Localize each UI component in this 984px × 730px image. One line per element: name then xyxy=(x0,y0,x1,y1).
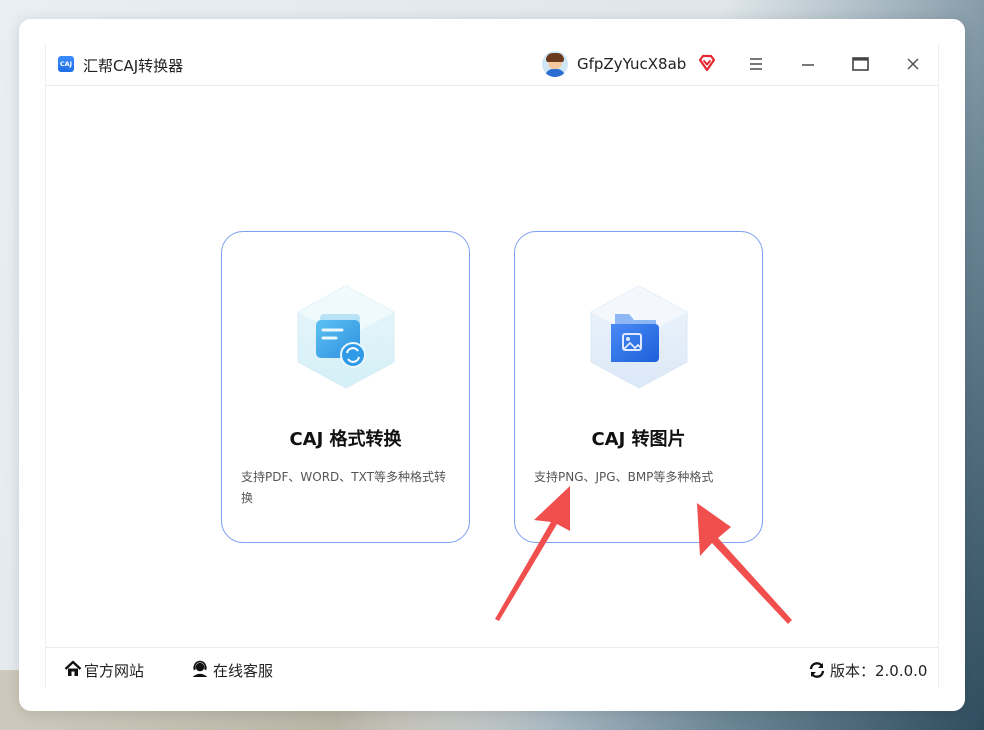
minimize-icon xyxy=(802,64,814,66)
close-icon xyxy=(907,58,919,70)
version-label: 版本：2.0.0.0 xyxy=(830,662,928,680)
app-logo-icon: CAJ xyxy=(58,56,74,72)
caj-to-image-card[interactable]: CAJ 转图片 支持PNG、JPG、BMP等多种格式 xyxy=(514,231,763,543)
user-avatar[interactable] xyxy=(542,51,568,77)
image-folder-icon xyxy=(590,285,688,389)
official-website-link[interactable]: 官方网站 xyxy=(64,660,144,681)
card-description: 支持PNG、JPG、BMP等多种格式 xyxy=(534,470,714,484)
title-bar: CAJ 汇帮CAJ转换器 GfpZyYucX8ab xyxy=(46,44,938,86)
website-label: 官方网站 xyxy=(84,662,145,680)
caj-format-convert-card[interactable]: CAJ 格式转换 支持PDF、WORD、TXT等多种格式转换 xyxy=(221,231,470,543)
version-info: 版本：2.0.0.0 xyxy=(808,660,927,681)
app-title: 汇帮CAJ转换器 xyxy=(83,57,184,75)
window-content: CAJ 汇帮CAJ转换器 GfpZyYucX8ab CAJ 格式转换 支持PDF… xyxy=(45,44,939,688)
document-convert-icon xyxy=(297,285,395,389)
maximize-icon xyxy=(852,57,869,71)
status-bar: 官方网站 在线客服 版本：2.0.0.0 xyxy=(46,647,938,689)
minimize-button[interactable] xyxy=(796,52,820,76)
service-label: 在线客服 xyxy=(213,662,274,680)
app-window: CAJ 汇帮CAJ转换器 GfpZyYucX8ab CAJ 格式转换 支持PDF… xyxy=(19,19,965,711)
home-icon xyxy=(64,660,82,676)
card-description: 支持PDF、WORD、TXT等多种格式转换 xyxy=(241,470,446,505)
card-title: CAJ 转图片 xyxy=(591,429,686,450)
close-button[interactable] xyxy=(901,52,925,76)
menu-button[interactable] xyxy=(744,52,768,76)
online-service-link[interactable]: 在线客服 xyxy=(191,660,273,681)
menu-icon xyxy=(750,58,762,70)
vip-diamond-icon[interactable] xyxy=(697,53,717,73)
maximize-button[interactable] xyxy=(848,52,872,76)
username[interactable]: GfpZyYucX8ab xyxy=(577,55,686,73)
card-title: CAJ 格式转换 xyxy=(289,429,402,450)
customer-service-icon xyxy=(192,660,208,677)
refresh-icon[interactable] xyxy=(808,661,826,679)
